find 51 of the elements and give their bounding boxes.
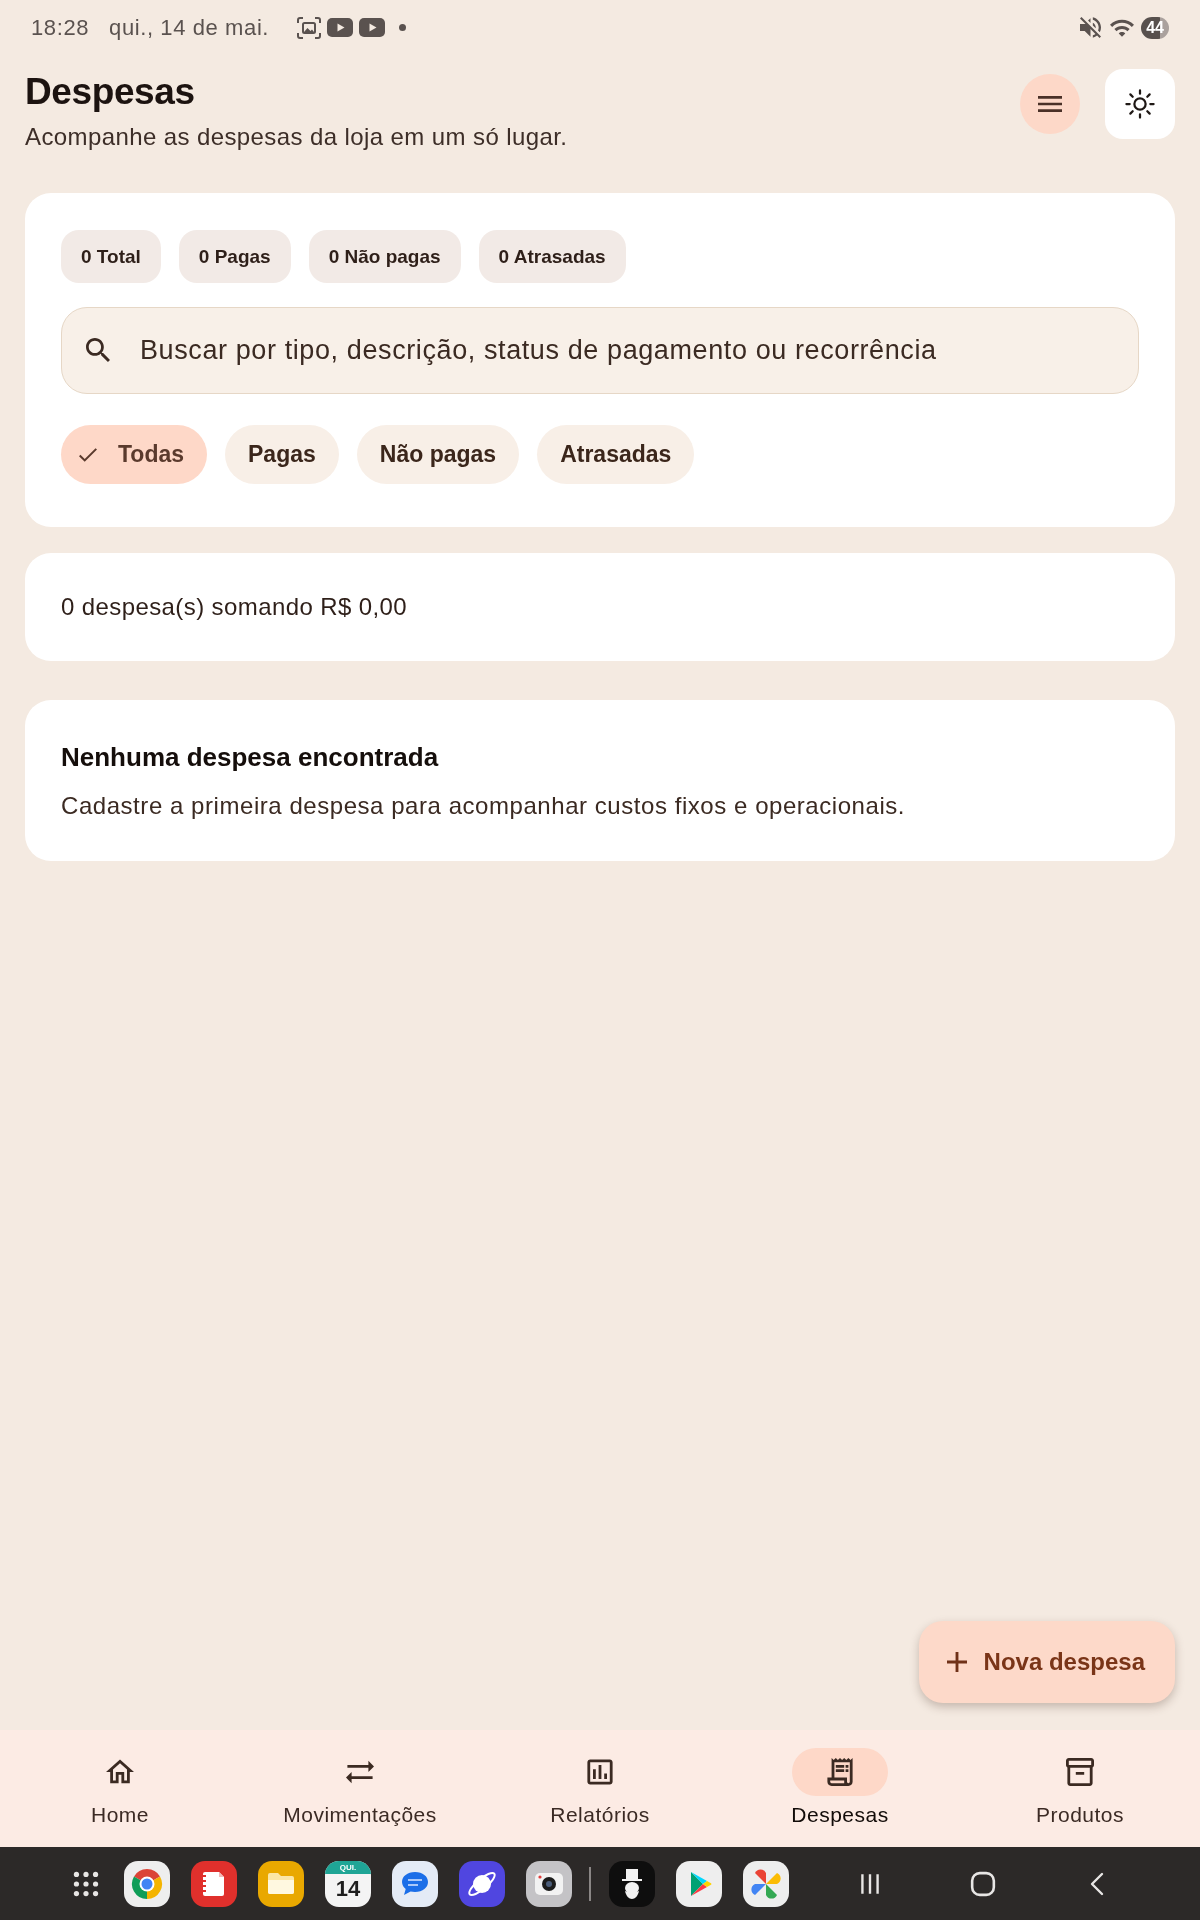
search-icon <box>86 338 110 362</box>
sun-icon <box>1125 89 1155 119</box>
calendar-app-button[interactable]: QUI. 14 <box>325 1860 371 1907</box>
bar-chart-icon <box>586 1758 614 1786</box>
archive-box-icon <box>1066 1758 1094 1786</box>
menu-button[interactable] <box>1020 74 1080 134</box>
filter-chip[interactable]: Atrasadas <box>537 425 695 484</box>
nav-tab[interactable]: Despesas <box>791 1748 889 1828</box>
home-icon[interactable] <box>970 1870 996 1897</box>
swap-arrows-icon <box>346 1758 374 1786</box>
page-subtitle: Acompanhe as despesas da loja em um só lugar. <box>25 122 568 152</box>
filter-chip[interactable]: Não pagas <box>356 425 520 484</box>
back-icon[interactable] <box>1090 1871 1104 1896</box>
video-play-icon <box>327 18 354 37</box>
folder-icon[interactable] <box>258 1860 304 1907</box>
filter-chip[interactable]: Todas <box>61 425 208 484</box>
nav-tab[interactable]: Relatórios <box>550 1748 650 1828</box>
wifi-icon <box>1110 18 1135 37</box>
search-field[interactable]: Buscar por tipo, descrição, status de pagamento ou recorrência <box>61 307 1139 394</box>
nav-tab[interactable]: Movimentações <box>283 1748 437 1828</box>
check-icon <box>79 447 97 462</box>
camera-icon[interactable] <box>526 1860 572 1907</box>
status-date: qui., 14 de mai. <box>109 14 270 41</box>
count-chip: 0 Total <box>61 230 161 283</box>
nav-tab[interactable]: Produtos <box>1032 1748 1128 1828</box>
count-chip: 0 Pagas <box>178 230 291 283</box>
theme-toggle-button[interactable] <box>1105 69 1175 139</box>
count-chip: 0 Atrasadas <box>478 230 626 283</box>
chat-bubble-icon[interactable] <box>392 1860 438 1907</box>
screenshot-frame-icon <box>297 16 322 39</box>
summary-text: 0 despesa(s) somando R$ 0,00 <box>61 593 408 621</box>
nav-tab[interactable]: Home <box>72 1748 168 1828</box>
menu-icon <box>1038 96 1062 112</box>
new-expense-button[interactable]: Nova despesa <box>918 1621 1175 1703</box>
plus-icon <box>946 1652 967 1672</box>
video-play-icon <box>359 18 386 37</box>
empty-state-message: Cadastre a primeira despesa para acompanhar custos fixos e operacionais. <box>61 791 907 821</box>
planet-icon[interactable] <box>459 1860 505 1907</box>
filter-chip[interactable]: Pagas <box>225 425 339 484</box>
status-time: 18:28 <box>31 14 90 41</box>
page-title: Despesas <box>25 70 196 114</box>
pinwheel-icon[interactable] <box>743 1860 789 1907</box>
notification-dot-icon <box>399 24 407 31</box>
receipt-icon <box>792 1748 888 1796</box>
count-chip: 0 Não pagas <box>308 230 461 283</box>
battery-indicator: 44 <box>1141 16 1169 39</box>
empty-state-title: Nenhuma despesa encontrada <box>61 741 440 773</box>
home-icon <box>106 1758 134 1786</box>
mute-icon <box>1080 17 1102 38</box>
notebook-icon[interactable] <box>191 1860 237 1907</box>
top-hat-icon[interactable] <box>609 1860 655 1907</box>
